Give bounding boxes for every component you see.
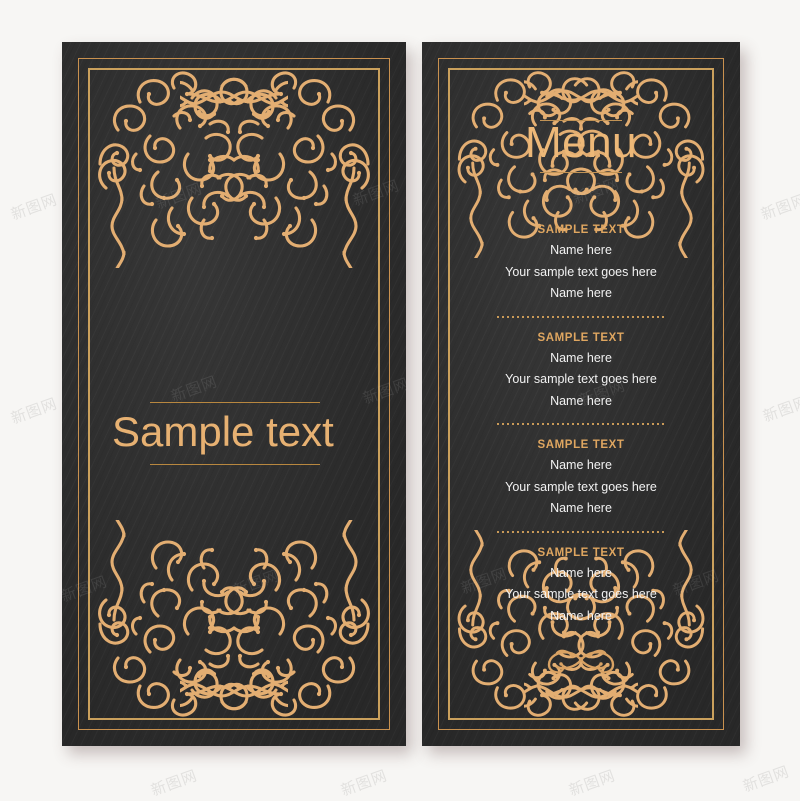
menu-section-line: Your sample text goes here [505, 372, 657, 386]
menu-section-line: Name here [550, 458, 612, 472]
cover-rule-below [150, 464, 320, 465]
menu-section-line: Name here [550, 565, 612, 580]
menu-dotted-divider [497, 530, 665, 533]
menu-section: SAMPLE TEXT Name here Your sample text goe… [422, 220, 740, 305]
menu-rule-below [540, 172, 622, 173]
menu-content: Menu SAMPLE TEXT Name here Your sample tex… [422, 42, 740, 677]
cover-card[interactable]: Sample text [62, 42, 406, 746]
menu-card[interactable]: Menu SAMPLE TEXT Name here Your sample tex… [422, 42, 740, 746]
corner-flourish-icon-bottom-left [88, 520, 288, 720]
menu-section: SAMPLE TEXT Name here Your sample text goe… [422, 435, 740, 520]
menu-dotted-divider [497, 315, 665, 318]
menu-heading-block: Menu [422, 118, 740, 218]
menu-section-list: SAMPLE TEXT Name here Your sample text goe… [422, 220, 740, 627]
menu-section-line: Name here [550, 243, 612, 257]
flourish-divider-icon [535, 643, 627, 677]
corner-flourish-icon-bottom-right [180, 520, 380, 720]
menu-section-line: Name here [550, 501, 612, 515]
menu-section-line: Name here [550, 350, 612, 365]
menu-section-line: Your sample text goes here [505, 587, 657, 601]
poster-stage: Sample text Menu SAMPLE TEXT Name here You… [0, 0, 800, 800]
menu-section-heading: SAMPLE TEXT [537, 331, 625, 344]
cover-title: Sample text [112, 408, 334, 455]
menu-section-line: Your sample text goes here [505, 264, 657, 279]
cover-title-block: Sample text [62, 367, 406, 497]
menu-section-line: Name here [550, 393, 612, 408]
menu-section: SAMPLE TEXT Name here Your sample text goe… [422, 328, 740, 413]
menu-section: SAMPLE TEXT Name here Your sample text goe… [422, 543, 740, 628]
menu-section-line: Name here [550, 608, 612, 623]
menu-section-line: Your sample text goes here [505, 479, 657, 494]
corner-flourish-icon-top-left [88, 68, 288, 268]
menu-dotted-divider [497, 423, 665, 425]
corner-flourish-icon-top-right [180, 68, 380, 268]
menu-section-heading: SAMPLE TEXT [537, 224, 625, 236]
menu-section-line: Name here [550, 286, 612, 300]
menu-heading: Menu [524, 118, 638, 167]
menu-section-heading: SAMPLE TEXT [537, 546, 625, 559]
cover-rule-above [150, 402, 320, 403]
menu-section-heading: SAMPLE TEXT [537, 439, 625, 451]
